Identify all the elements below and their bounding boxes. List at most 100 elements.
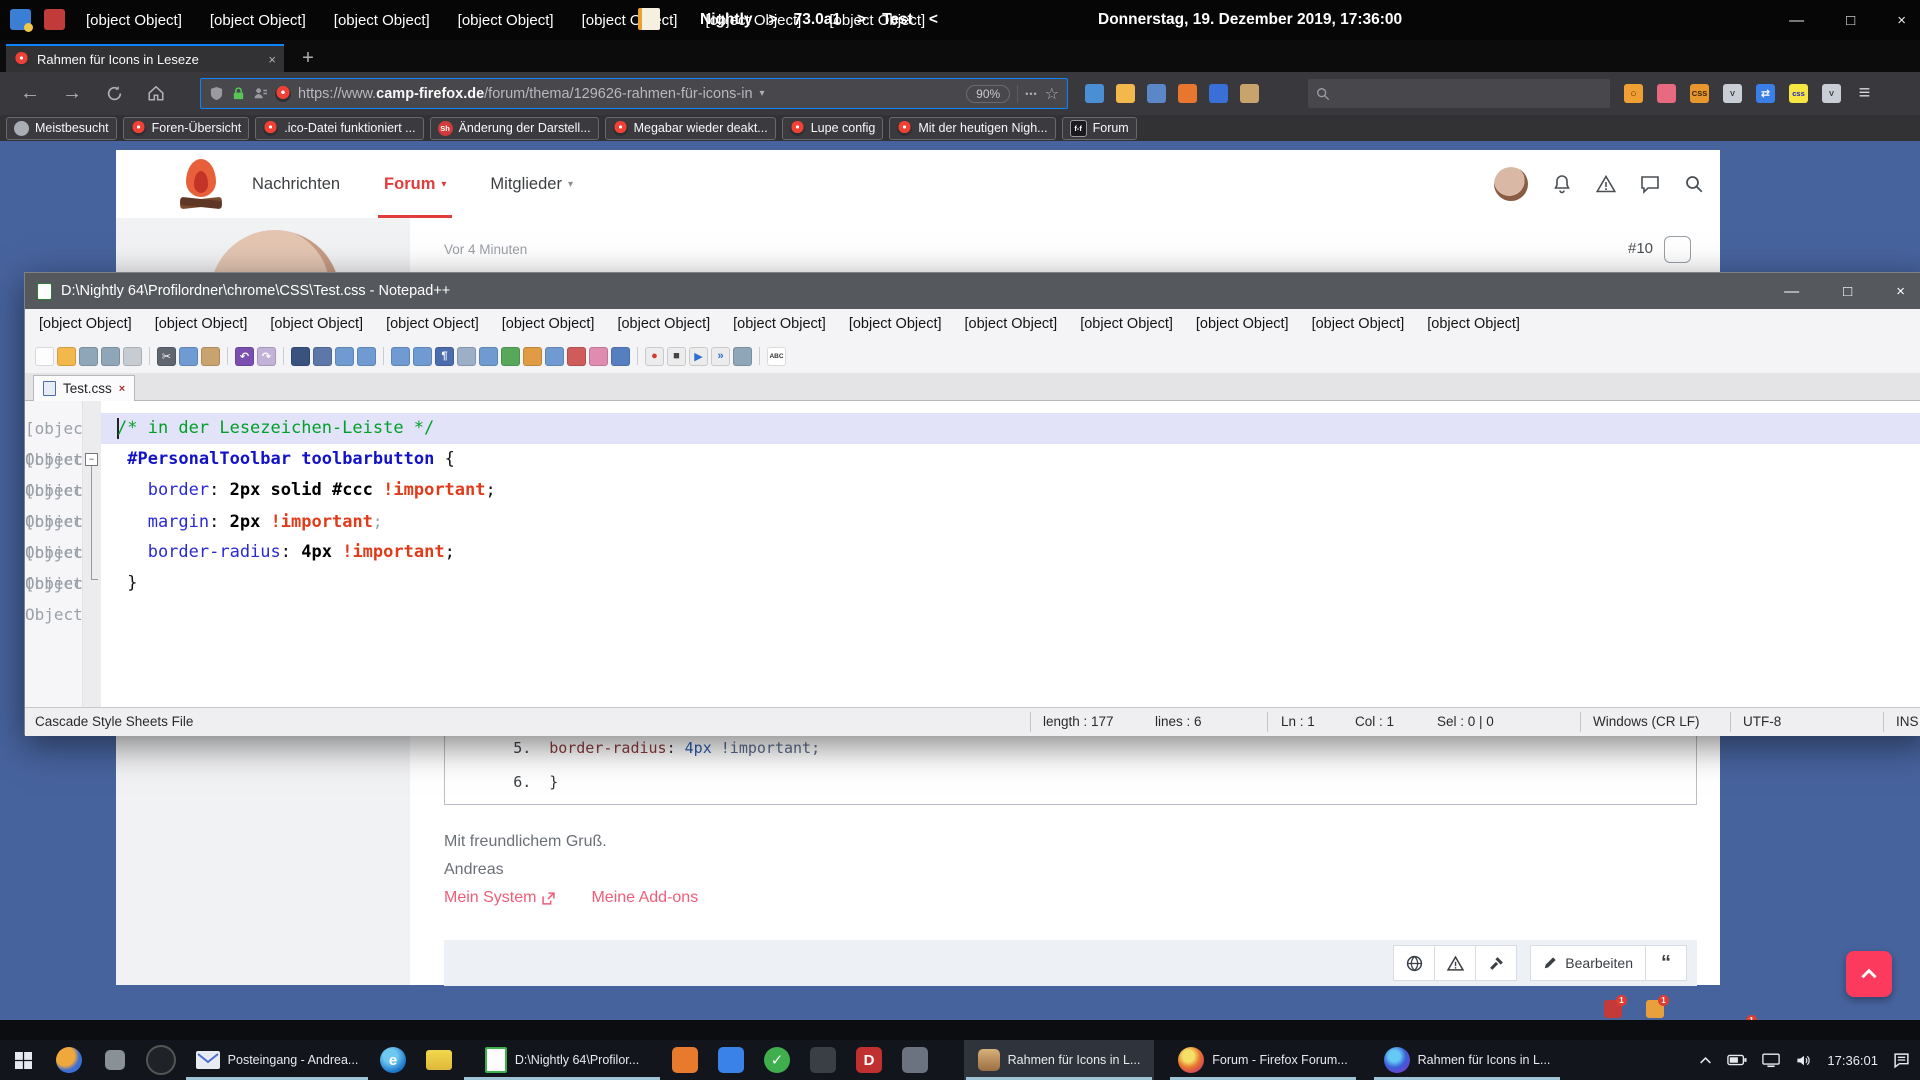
bookmark-heutige-nightly[interactable]: Mit der heutigen Nigh...: [889, 117, 1055, 140]
bookmark-meistbesucht[interactable]: Meistbesucht: [6, 117, 117, 140]
eol-format-status[interactable]: Windows (CR LF): [1593, 708, 1700, 736]
taskbar-task-button-1[interactable]: Rahmen für Icons in L...: [964, 1040, 1154, 1080]
macro-stop-icon[interactable]: ■: [667, 347, 686, 366]
taskbar-task-button-2[interactable]: Forum - Firefox Forum...: [1168, 1040, 1358, 1080]
addon-icon-1[interactable]: [1085, 84, 1104, 103]
npp-editor[interactable]: [object Object][object Object][object Ob…: [25, 401, 1920, 707]
taskbar-mail-button[interactable]: Posteingang - Andrea...: [184, 1040, 370, 1080]
menubar-item[interactable]: [object Object]: [456, 12, 556, 29]
bookmark-ico-datei[interactable]: .ico-Datei funktioniert ...: [255, 117, 423, 140]
npp-menu-item[interactable]: [object Object]: [502, 316, 595, 332]
taskbar-clock[interactable]: 17:36:01: [1827, 1053, 1878, 1068]
volume-icon[interactable]: [1795, 1053, 1812, 1068]
doc-switcher-icon[interactable]: [567, 347, 586, 366]
search-input[interactable]: [1308, 79, 1610, 108]
taskbar-notepad-button[interactable]: D:\Nightly 64\Profilor...: [462, 1040, 662, 1080]
macro-save-icon[interactable]: [733, 347, 752, 366]
npp-menu-item[interactable]: [object Object]: [1427, 316, 1520, 332]
scroll-to-top-button[interactable]: [1846, 951, 1892, 997]
npp-menu-item[interactable]: [object Object]: [1080, 316, 1173, 332]
home-icon[interactable]: [140, 77, 172, 109]
v2-addon-icon[interactable]: V: [1822, 84, 1841, 103]
insert-mode-status[interactable]: INS: [1896, 708, 1919, 736]
macro-record-icon[interactable]: ●: [645, 347, 664, 366]
new-tab-button[interactable]: +: [294, 44, 322, 72]
bookmark-forum[interactable]: f-f Forum: [1062, 117, 1137, 140]
tray-app-icon-orange[interactable]: 1: [1646, 1000, 1664, 1018]
print-icon[interactable]: [123, 347, 142, 366]
network-icon[interactable]: [1762, 1053, 1780, 1068]
menubar-item[interactable]: [object Object]: [208, 12, 308, 29]
npp-menu-item[interactable]: [object Object]: [965, 316, 1058, 332]
meine-addons-link[interactable]: Meine Add-ons: [591, 889, 698, 907]
bookmark-lupe-config[interactable]: Lupe config: [782, 117, 884, 140]
npp-menu-item[interactable]: [object Object]: [155, 316, 248, 332]
mein-system-link[interactable]: Mein System: [444, 889, 555, 907]
npp-menu-item[interactable]: [object Object]: [617, 316, 710, 332]
nav-item-forum[interactable]: Forum▾: [384, 150, 446, 218]
action-center-icon[interactable]: [1893, 1052, 1910, 1069]
menu-icon[interactable]: ≡: [1855, 84, 1874, 103]
page-action-flame-icon[interactable]: [275, 86, 291, 102]
nav-item-nachrichten[interactable]: Nachrichten: [252, 150, 340, 218]
macro-play-icon[interactable]: ▶: [689, 347, 708, 366]
menubar-item[interactable]: [object Object]: [84, 12, 184, 29]
taskbar-app-icon-6[interactable]: [892, 1040, 938, 1080]
restore-button[interactable]: □: [1846, 12, 1855, 29]
user-avatar[interactable]: [1494, 167, 1528, 201]
redo-icon[interactable]: ↷: [257, 347, 276, 366]
notifications-bell-icon[interactable]: [1552, 174, 1572, 194]
tray-expand-chevron-icon[interactable]: [1699, 1054, 1712, 1067]
tray-app-icon-red[interactable]: 1: [1604, 1000, 1622, 1018]
npp-menu-item[interactable]: [object Object]: [1196, 316, 1289, 332]
preview-icon[interactable]: [611, 347, 630, 366]
npp-restore-button[interactable]: □: [1843, 283, 1852, 300]
npp-tab-testcss[interactable]: Test.css ×: [33, 375, 135, 401]
permissions-icon[interactable]: [253, 86, 268, 101]
zoom-in-icon[interactable]: [335, 347, 354, 366]
replace-icon[interactable]: [313, 347, 332, 366]
addon-icon-5[interactable]: [1209, 84, 1228, 103]
save-icon[interactable]: [79, 347, 98, 366]
messages-chat-icon[interactable]: [1640, 174, 1660, 194]
battery-icon[interactable]: [1727, 1053, 1747, 1067]
post-number[interactable]: #10: [1628, 240, 1653, 257]
menubar-item[interactable]: [object Object]: [580, 12, 680, 29]
undo-icon[interactable]: ↶: [235, 347, 254, 366]
tracking-shield-icon[interactable]: [209, 86, 224, 101]
bookmark-star-icon[interactable]: ☆: [1045, 84, 1059, 104]
taskbar-task-button-3[interactable]: Rahmen für Icons in L...: [1372, 1040, 1562, 1080]
tab-close-icon[interactable]: ×: [268, 52, 276, 67]
url-text[interactable]: https://www.camp-firefox.de/forum/thema/…: [298, 86, 753, 102]
npp-menu-item[interactable]: [object Object]: [39, 316, 132, 332]
npp-menu-item[interactable]: [object Object]: [1312, 316, 1405, 332]
site-search-icon[interactable]: [1684, 174, 1704, 194]
css-addon-icon[interactable]: CSS: [1690, 84, 1709, 103]
open-file-icon[interactable]: [57, 347, 76, 366]
taskbar-app-icon-1[interactable]: [662, 1040, 708, 1080]
quote-button[interactable]: “: [1645, 945, 1687, 981]
npp-menu-item[interactable]: [object Object]: [849, 316, 942, 332]
nav-item-mitglieder[interactable]: Mitglieder▾: [490, 150, 573, 218]
taskbar-file-explorer-icon[interactable]: [416, 1040, 462, 1080]
bookmark-aenderung-darstellung[interactable]: Sh Änderung der Darstell...: [430, 117, 599, 140]
forward-icon[interactable]: →: [56, 77, 88, 109]
fold-collapse-icon[interactable]: −: [85, 453, 98, 466]
addon-icon-3[interactable]: [1147, 84, 1166, 103]
sync-horizontal-icon[interactable]: [413, 347, 432, 366]
taskbar-edge-icon[interactable]: e: [370, 1040, 416, 1080]
zoom-out-icon[interactable]: [357, 347, 376, 366]
v-addon-icon[interactable]: V: [1723, 84, 1742, 103]
zoom-level-badge[interactable]: 90%: [966, 85, 1010, 103]
indent-guide-icon[interactable]: [457, 347, 476, 366]
ribbon-addon-icon[interactable]: [1657, 84, 1676, 103]
spellcheck-icon[interactable]: ABC: [767, 347, 786, 366]
url-bar[interactable]: https://www.camp-firefox.de/forum/thema/…: [200, 78, 1068, 109]
addon-icon-2[interactable]: [1116, 84, 1135, 103]
macro-run-multiple-icon[interactable]: »: [711, 347, 730, 366]
npp-titlebar[interactable]: D:\Nightly 64\Profilordner\chrome\CSS\Te…: [25, 273, 1920, 309]
function-list-icon[interactable]: [523, 347, 542, 366]
taskbar-app-icon-gray[interactable]: [92, 1040, 138, 1080]
start-button[interactable]: [0, 1040, 46, 1080]
paste-icon[interactable]: [201, 347, 220, 366]
